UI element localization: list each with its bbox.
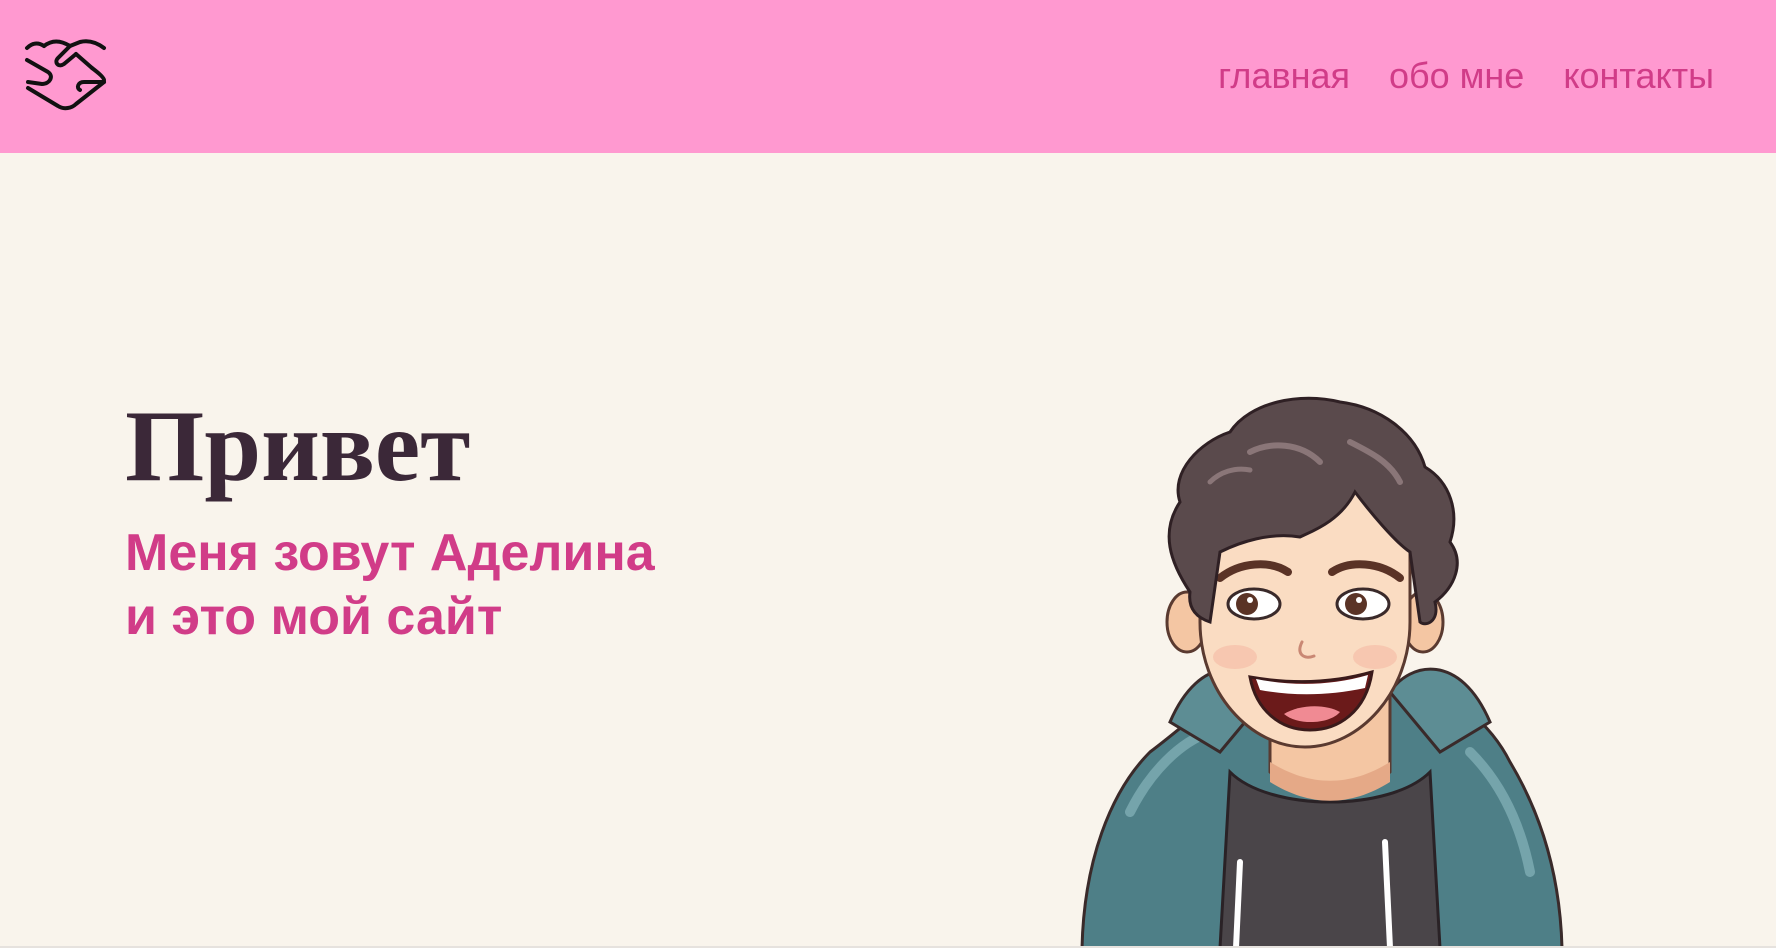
hero-subtitle-line-2: и это мой сайт <box>125 588 503 646</box>
site-header: главная обо мне контакты <box>0 0 1776 153</box>
hero-text: Привет Меня зовут Аделина и это мой сайт <box>125 390 655 649</box>
cartoon-person-illustration <box>1080 396 1564 948</box>
main-nav: главная обо мне контакты <box>1218 50 1714 102</box>
hero-subtitle: Меня зовут Аделина и это мой сайт <box>125 521 655 649</box>
nav-link-about[interactable]: обо мне <box>1389 50 1524 102</box>
main-content: Привет Меня зовут Аделина и это мой сайт <box>0 153 1776 948</box>
hero-subtitle-line-1: Меня зовут Аделина <box>125 524 655 582</box>
handshake-icon[interactable] <box>24 38 108 114</box>
nav-link-contacts[interactable]: контакты <box>1563 50 1714 102</box>
nav-link-home[interactable]: главная <box>1218 50 1350 102</box>
page-title: Привет <box>125 390 471 503</box>
